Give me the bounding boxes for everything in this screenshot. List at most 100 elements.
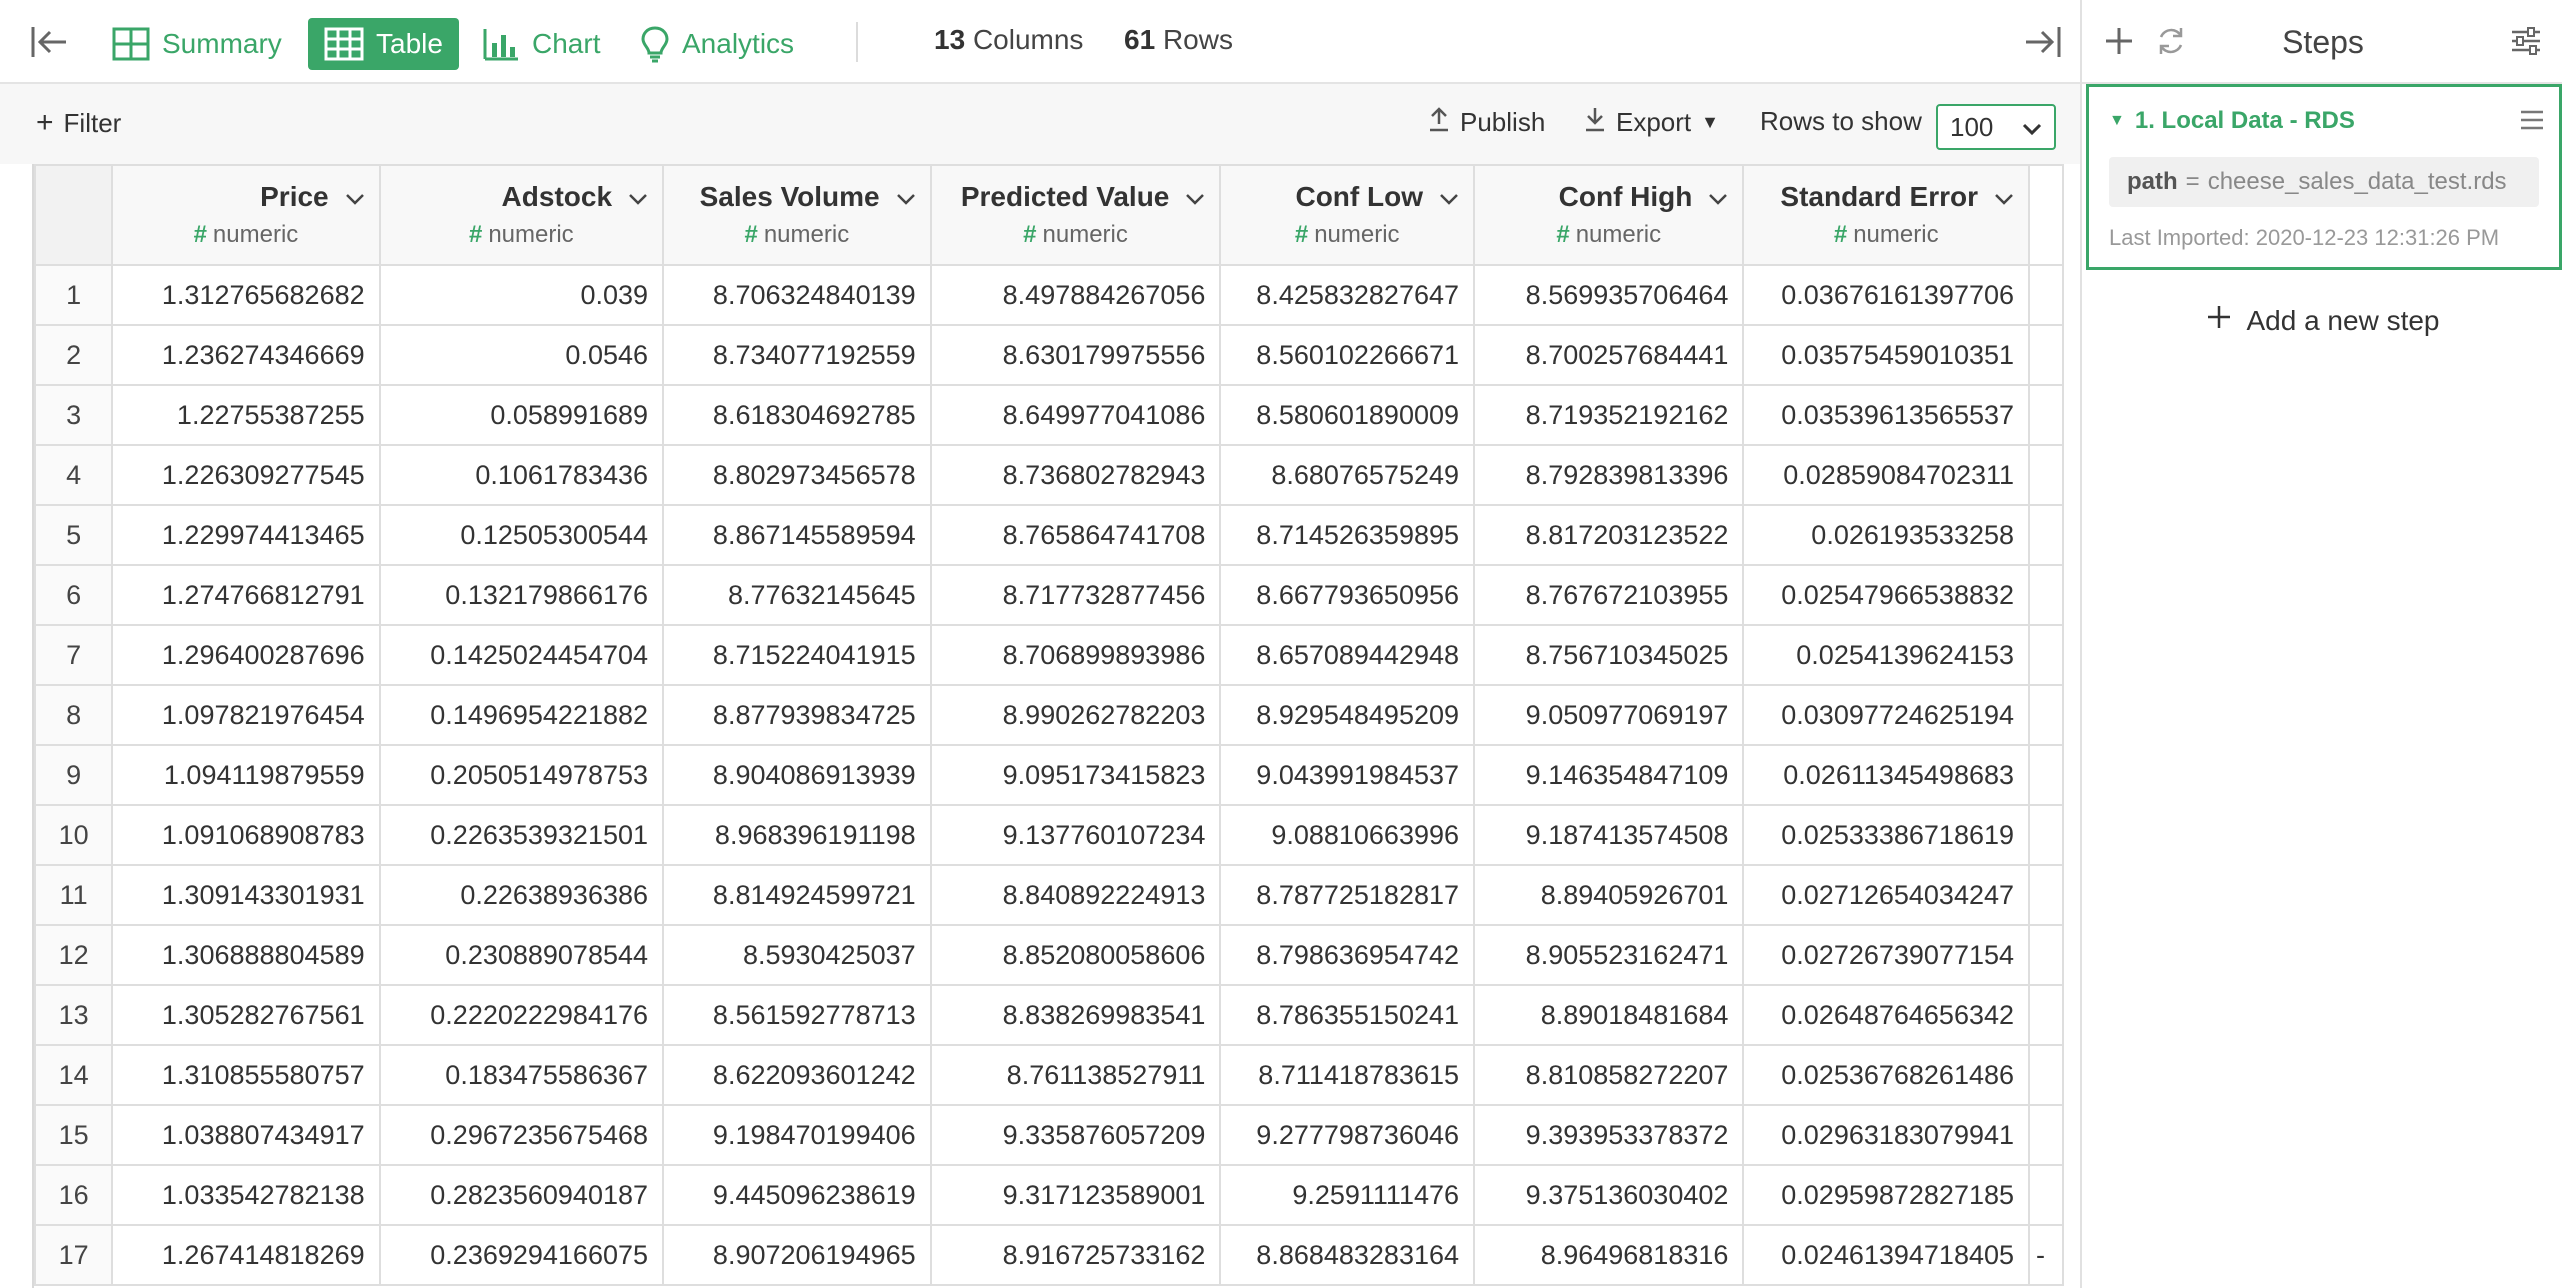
step-parameter[interactable]: path = cheese_sales_data_test.rds [2109,157,2539,207]
table-cell[interactable]: 0.12505300544 [378,504,665,566]
table-cell[interactable]: 8.5930425037 [662,924,932,986]
table-cell[interactable]: 8.497884267056 [929,264,1222,326]
table-cell[interactable]: 0.02461394718405 [1742,1224,2031,1286]
table-cell[interactable]: 0.058991689 [378,384,665,446]
table-cell[interactable]: 8.867145589594 [662,504,932,566]
table-cell[interactable]: 0.03676161397706 [1742,264,2031,326]
table-cell[interactable]: 0.02963183079941 [1742,1104,2031,1166]
table-cell[interactable]: 8.425832827647 [1219,264,1476,326]
table-row[interactable]: 10 1.091068908783 0.2263539321501 8.9683961… [34,804,2064,866]
table-cell[interactable]: 8.907206194965 [662,1224,932,1286]
table-cell[interactable]: 8.756710345025 [1473,624,1745,686]
table-cell[interactable]: 0.02533386718619 [1742,804,2031,866]
table-row[interactable]: 4 1.226309277545 0.1061783436 8.80297345657… [34,444,2064,506]
table-cell[interactable]: 8.852080058606 [929,924,1222,986]
table-row[interactable]: 3 1.22755387255 0.058991689 8.618304692785 8… [34,384,2064,446]
rows-to-show-select[interactable]: 100 [1936,104,2056,150]
table-cell[interactable]: 0.22638936386 [378,864,665,926]
table-cell[interactable]: 0.02859084702311 [1742,444,2031,506]
table-row[interactable]: 9 1.094119879559 0.2050514978753 8.90408691… [34,744,2064,806]
table-cell[interactable]: 8.787725182817 [1219,864,1476,926]
column-header[interactable]: Adstock # numeric [378,164,665,266]
table-cell[interactable]: 0.2823560940187 [378,1164,665,1226]
chevron-down-icon[interactable] [345,181,365,213]
tab-chart[interactable]: Chart [482,18,600,70]
table-cell[interactable]: 0.02536768261486 [1742,1044,2031,1106]
table-cell[interactable]: 1.309143301931 [111,864,381,926]
table-cell[interactable]: 8.877939834725 [662,684,932,746]
table-cell[interactable]: 8.736802782943 [929,444,1222,506]
table-cell[interactable]: 0.02712654034247 [1742,864,2031,926]
table-cell[interactable]: 8.96496818316 [1473,1224,1745,1286]
table-cell[interactable]: 0.03097724625194 [1742,684,2031,746]
table-cell[interactable]: 9.335876057209 [929,1104,1222,1166]
table-cell[interactable]: 8.630179975556 [929,324,1222,386]
column-header[interactable]: Conf High # numeric [1473,164,1745,266]
table-cell[interactable]: 0.03539613565537 [1742,384,2031,446]
table-cell[interactable]: 9.375136030402 [1473,1164,1745,1226]
table-cell[interactable]: 8.810858272207 [1473,1044,1745,1106]
table-row[interactable]: 17 1.267414818269 0.2369294166075 8.9072061… [34,1224,2064,1286]
table-cell[interactable]: 8.68076575249 [1219,444,1476,506]
table-cell[interactable]: 0.02726739077154 [1742,924,2031,986]
table-cell[interactable]: 9.095173415823 [929,744,1222,806]
tab-summary[interactable]: Summary [112,18,282,70]
tab-table[interactable]: Table [308,18,459,70]
table-row[interactable]: 14 1.310855580757 0.183475586367 8.62209360… [34,1044,2064,1106]
table-cell[interactable]: 8.840892224913 [929,864,1222,926]
table-cell[interactable]: 8.761138527911 [929,1044,1222,1106]
table-cell[interactable]: 8.706324840139 [662,264,932,326]
settings-sliders-icon[interactable] [2510,26,2542,61]
table-cell[interactable]: 8.706899893986 [929,624,1222,686]
table-cell[interactable]: 0.2967235675468 [378,1104,665,1166]
table-row[interactable]: 16 1.033542782138 0.2823560940187 9.4450962… [34,1164,2064,1226]
step-title[interactable]: ▼ 1. Local Data - RDS [2109,107,2355,135]
table-cell[interactable]: 8.580601890009 [1219,384,1476,446]
chevron-down-icon[interactable] [1185,181,1205,213]
table-cell[interactable]: 8.569935706464 [1473,264,1745,326]
table-cell[interactable]: 9.146354847109 [1473,744,1745,806]
table-cell[interactable]: 0.2263539321501 [378,804,665,866]
table-cell[interactable]: 1.22755387255 [111,384,381,446]
table-cell[interactable]: 8.990262782203 [929,684,1222,746]
table-cell[interactable]: 1.274766812791 [111,564,381,626]
table-cell[interactable]: 8.622093601242 [662,1044,932,1106]
table-cell[interactable]: 8.714526359895 [1219,504,1476,566]
table-cell[interactable]: 9.277798736046 [1219,1104,1476,1166]
table-cell[interactable]: 8.717732877456 [929,564,1222,626]
column-header[interactable]: Price # numeric [111,164,381,266]
table-cell[interactable]: 8.904086913939 [662,744,932,806]
table-cell[interactable]: 8.89018481684 [1473,984,1745,1046]
table-row[interactable]: 8 1.097821976454 0.1496954221882 8.87793983… [34,684,2064,746]
table-cell[interactable]: 8.719352192162 [1473,384,1745,446]
table-cell[interactable]: 8.734077192559 [662,324,932,386]
table-cell[interactable]: 8.618304692785 [662,384,932,446]
table-cell[interactable]: 8.89405926701 [1473,864,1745,926]
table-cell[interactable]: 1.310855580757 [111,1044,381,1106]
table-cell[interactable]: 1.312765682682 [111,264,381,326]
table-cell[interactable]: 8.560102266671 [1219,324,1476,386]
table-cell[interactable]: 8.700257684441 [1473,324,1745,386]
table-cell[interactable]: 8.798636954742 [1219,924,1476,986]
table-cell[interactable]: 9.445096238619 [662,1164,932,1226]
table-cell[interactable]: 8.792839813396 [1473,444,1745,506]
table-cell[interactable]: 8.715224041915 [662,624,932,686]
table-row[interactable]: 1 1.312765682682 0.039 8.706324840139 8.4978… [34,264,2064,326]
table-cell[interactable]: 8.667793650956 [1219,564,1476,626]
data-table-container[interactable]: Price # numeric Adstock # numeric Sales Volume… [32,164,2064,1288]
table-cell[interactable]: 8.786355150241 [1219,984,1476,1046]
table-cell[interactable]: 8.905523162471 [1473,924,1745,986]
table-cell[interactable]: 9.317123589001 [929,1164,1222,1226]
table-cell[interactable]: 0.0546 [378,324,665,386]
table-cell[interactable]: 0.026193533258 [1742,504,2031,566]
table-row[interactable]: 11 1.309143301931 0.22638936386 8.814924599… [34,864,2064,926]
table-cell[interactable]: 0.183475586367 [378,1044,665,1106]
expand-right-icon[interactable] [2024,24,2062,65]
table-cell[interactable]: 1.229974413465 [111,504,381,566]
filter-button[interactable]: + Filter [36,106,121,140]
table-cell[interactable]: 0.02547966538832 [1742,564,2031,626]
table-row[interactable]: 13 1.305282767561 0.2220222984176 8.5615927… [34,984,2064,1046]
table-row[interactable]: 6 1.274766812791 0.132179866176 8.776321456… [34,564,2064,626]
chevron-down-icon[interactable] [1994,181,2014,213]
table-cell[interactable]: 1.236274346669 [111,324,381,386]
